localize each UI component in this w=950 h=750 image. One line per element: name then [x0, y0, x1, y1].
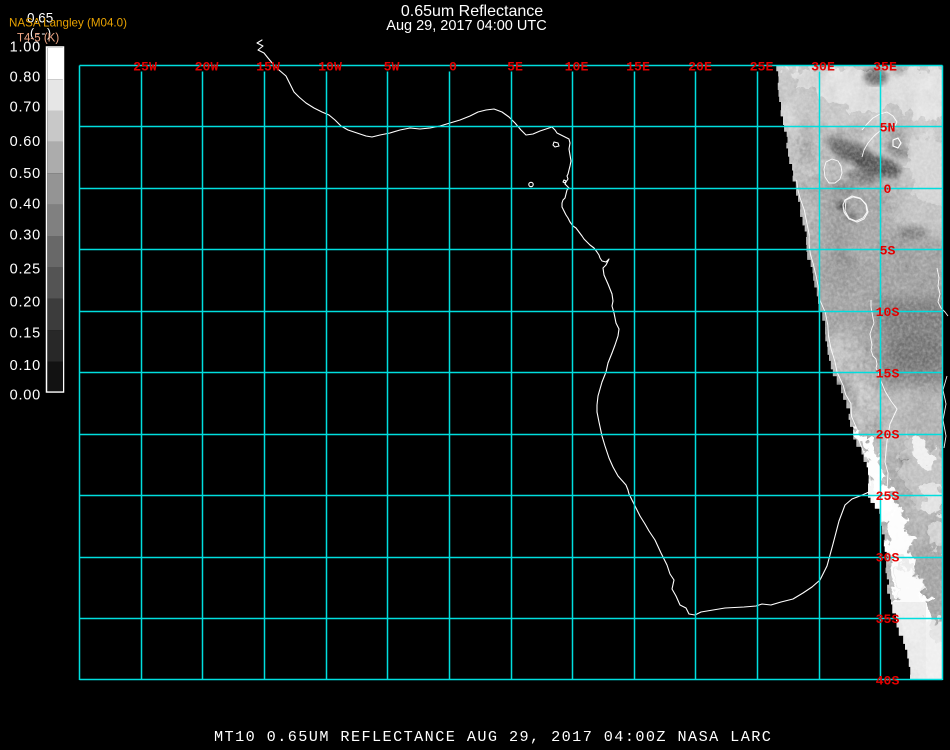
svg-text:0: 0	[449, 60, 457, 75]
svg-text:0.50: 0.50	[10, 166, 41, 182]
svg-text:MT10 0.65UM REFLECTANCE AUG: MT10 0.65UM REFLECTANCE AUG 29, 2017 04:…	[214, 728, 772, 746]
svg-text:0.80: 0.80	[10, 70, 41, 86]
svg-text:T4-5 (K): T4-5 (K)	[17, 33, 59, 45]
svg-text:0.60: 0.60	[10, 134, 41, 150]
svg-text:NASA Langley (M04.0): NASA Langley (M04.0)	[9, 17, 127, 30]
svg-text:15S: 15S	[876, 366, 900, 381]
svg-text:0.20: 0.20	[10, 295, 41, 311]
svg-text:35S: 35S	[876, 612, 900, 627]
svg-text:40S: 40S	[876, 674, 900, 689]
svg-text:20W: 20W	[195, 60, 219, 75]
svg-text:0.40: 0.40	[10, 197, 41, 213]
svg-text:25W: 25W	[133, 60, 157, 75]
svg-text:Aug 29, 2017 04:00 UTC: Aug 29, 2017 04:00 UTC	[386, 18, 546, 34]
svg-text:25S: 25S	[876, 489, 900, 504]
svg-text:5S: 5S	[880, 244, 896, 259]
svg-text:10W: 10W	[318, 60, 342, 75]
svg-text:30S: 30S	[876, 551, 900, 566]
svg-text:0.30: 0.30	[10, 228, 41, 244]
svg-text:10E: 10E	[565, 60, 589, 75]
svg-text:15W: 15W	[256, 60, 280, 75]
svg-text:20S: 20S	[876, 428, 900, 443]
svg-text:0.00: 0.00	[10, 388, 41, 404]
svg-text:5W: 5W	[384, 60, 400, 75]
svg-text:5E: 5E	[507, 60, 523, 75]
svg-text:25E: 25E	[750, 60, 774, 75]
svg-text:0.15: 0.15	[10, 326, 41, 342]
svg-text:0.70: 0.70	[10, 100, 41, 116]
svg-text:35E: 35E	[873, 60, 897, 75]
svg-text:20E: 20E	[688, 60, 712, 75]
svg-text:15E: 15E	[626, 60, 650, 75]
svg-text:0.10: 0.10	[10, 358, 41, 374]
svg-text:5N: 5N	[880, 121, 896, 136]
svg-text:30E: 30E	[811, 60, 835, 75]
svg-text:0.25: 0.25	[10, 262, 41, 278]
svg-text:10S: 10S	[876, 305, 900, 320]
svg-text:0: 0	[884, 182, 892, 197]
